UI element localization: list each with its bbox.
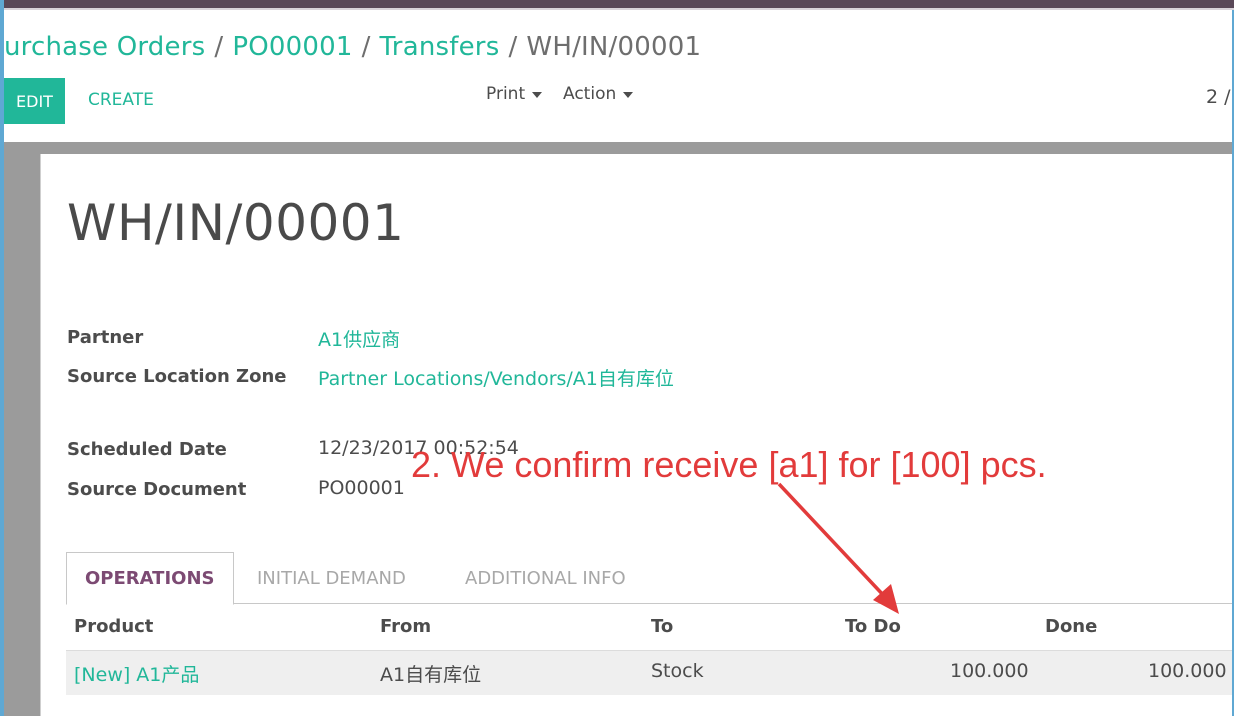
breadcrumb-current: WH/IN/00001 [526,32,702,62]
source-document-label: Source Document [67,479,247,500]
source-location-zone-value[interactable]: Partner Locations/Vendors/A1自有库位 [318,364,674,391]
cell-product[interactable]: [New] A1产品 [74,660,199,687]
caret-down-icon [532,92,543,98]
column-header-done[interactable]: Done [1045,616,1097,637]
table-row[interactable] [66,650,1233,695]
tab-operations[interactable]: OPERATIONS [66,552,234,605]
print-dropdown[interactable]: Print [486,84,543,104]
action-dropdown[interactable]: Action [563,84,634,104]
control-panel: urchase Orders / PO00001 / Transfers / WH/IN/0… [4,10,1232,142]
cell-to: Stock [651,660,704,682]
tab-additional-info[interactable]: ADDITIONAL INFO [447,552,644,604]
partner-value[interactable]: A1供应商 [318,325,400,352]
arrow-shaft [777,482,888,600]
window-left-edge [0,0,4,716]
form-background: WH/IN/00001 Partner A1供应商 Source Locatio… [4,142,1233,716]
column-header-to-do[interactable]: To Do [845,616,901,637]
cell-to-do: 100.000 [950,660,1029,682]
form-sheet: WH/IN/00001 Partner A1供应商 Source Locatio… [40,154,1233,716]
breadcrumb-po[interactable]: PO00001 [232,32,352,62]
breadcrumb: urchase Orders / PO00001 / Transfers / WH/IN/0… [4,32,701,62]
record-title: WH/IN/00001 [67,194,405,252]
breadcrumb-transfers[interactable]: Transfers [380,32,500,62]
cell-done: 100.000 [1148,660,1227,682]
scheduled-date-label: Scheduled Date [67,439,227,460]
action-label: Action [563,84,617,104]
source-document-value: PO00001 [318,477,405,499]
pager[interactable]: 2 / [1206,86,1231,108]
breadcrumb-separator: / [508,32,518,62]
tab-initial-demand[interactable]: INITIAL DEMAND [239,552,424,604]
caret-down-icon [623,92,634,98]
create-button[interactable]: CREATE [88,90,154,110]
arrow-head-icon [873,584,899,614]
annotation-text: 2. We confirm receive [a1] for [100] pcs… [411,444,1047,485]
breadcrumb-separator: / [361,32,371,62]
edit-button[interactable]: EDIT [4,78,65,124]
source-location-zone-label: Source Location Zone [67,366,287,387]
column-header-product[interactable]: Product [74,616,153,637]
top-navbar [0,0,1234,8]
print-label: Print [486,84,526,104]
cell-from: A1自有库位 [380,664,482,686]
column-header-to[interactable]: To [651,616,673,637]
breadcrumb-purchase-orders[interactable]: urchase Orders [4,32,205,62]
partner-label: Partner [67,327,144,348]
column-header-from[interactable]: From [380,616,431,637]
breadcrumb-separator: / [214,32,224,62]
